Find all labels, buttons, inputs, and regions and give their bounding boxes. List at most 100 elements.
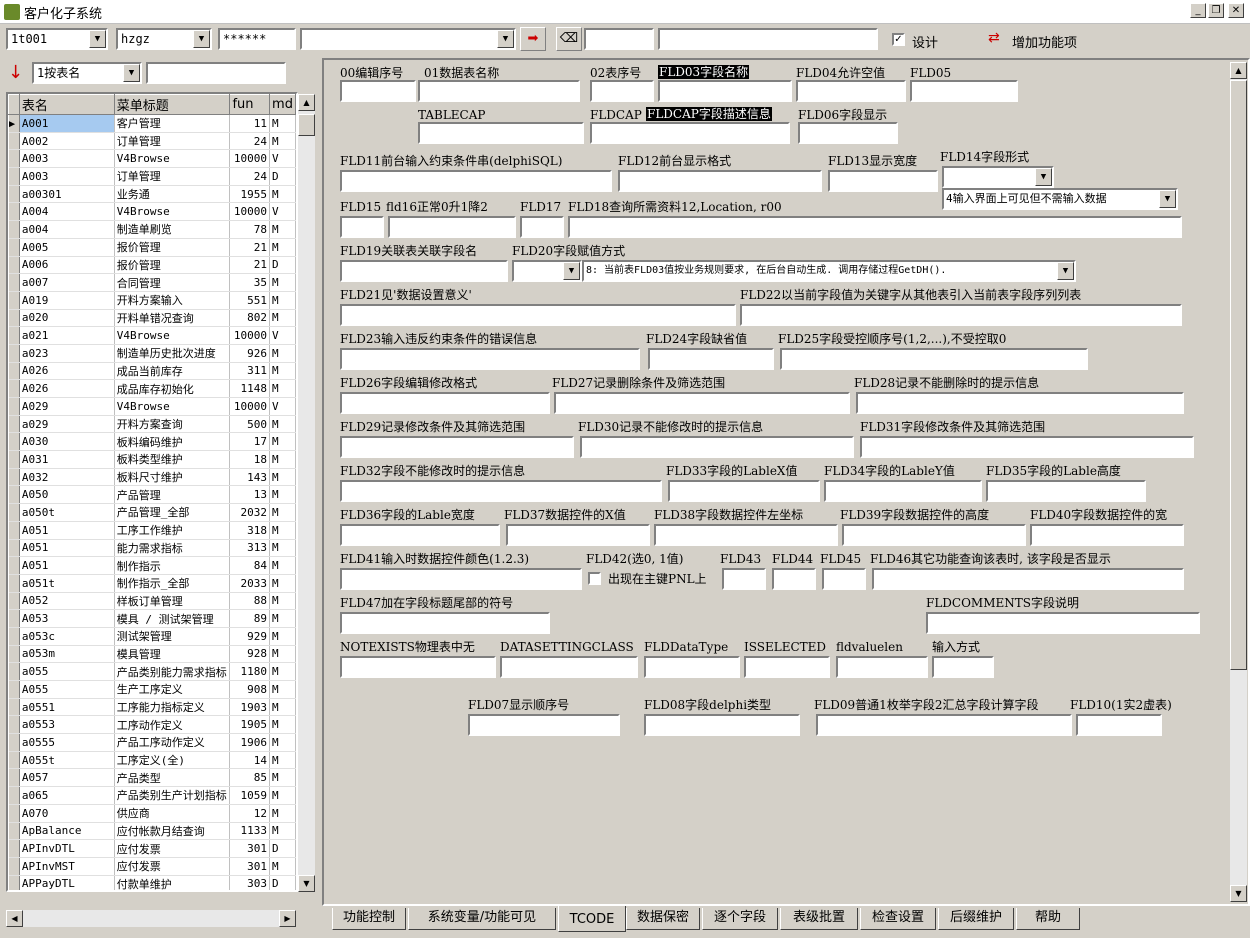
row-indicator[interactable] <box>8 485 20 505</box>
md-cell[interactable]: M <box>269 733 296 752</box>
menu-title-cell[interactable]: V4Browse <box>114 202 231 222</box>
fun-cell[interactable]: 928 <box>229 645 271 664</box>
row-indicator[interactable] <box>8 220 20 239</box>
table-name-cell[interactable]: A055 <box>19 680 115 699</box>
tab-function-control[interactable]: 功能控制 <box>332 908 406 930</box>
password-field[interactable]: ****** <box>218 28 296 50</box>
f14-mode-combo[interactable]: 4输入界面上可见但不需输入数据 ▼ <box>942 188 1178 210</box>
scroll-down-icon[interactable]: ▼ <box>1230 885 1247 902</box>
table-row[interactable]: A051 能力需求指标 313 M <box>8 539 296 558</box>
inputmode-input[interactable] <box>932 656 994 678</box>
table-row[interactable]: A050 产品管理 13 M <box>8 485 296 505</box>
row-indicator[interactable] <box>8 592 20 611</box>
f27-input[interactable] <box>554 392 850 414</box>
table-name-cell[interactable]: a029 <box>19 415 115 434</box>
f19-input[interactable] <box>340 260 508 282</box>
table-row[interactable]: a004 制造单刷览 78 M <box>8 220 296 239</box>
row-indicator[interactable] <box>8 680 20 699</box>
row-indicator[interactable] <box>8 751 20 770</box>
md-cell[interactable]: M <box>269 273 296 292</box>
row-indicator[interactable] <box>8 450 20 469</box>
table-row[interactable]: a055 产品类别能力需求指标 1180 M <box>8 662 296 681</box>
table-row[interactable]: A057 产品类型 85 M <box>8 768 296 788</box>
row-indicator[interactable] <box>8 379 20 398</box>
row-indicator[interactable] <box>8 662 20 681</box>
menu-title-cell[interactable]: 制造单历史批次进度 <box>114 344 231 363</box>
chevron-down-icon[interactable]: ▼ <box>89 30 106 48</box>
table-row[interactable]: A053 模具 / 测试架管理 89 M <box>8 609 296 628</box>
fun-cell[interactable]: 35 <box>229 273 271 292</box>
row-indicator[interactable] <box>8 645 20 664</box>
export-icon[interactable]: ➡ <box>520 27 546 51</box>
md-cell[interactable]: M <box>269 521 296 540</box>
menu-title-cell[interactable]: 产品管理 <box>114 485 231 505</box>
menu-title-cell[interactable]: 成品当前库存 <box>114 362 231 381</box>
f23-input[interactable] <box>340 348 640 370</box>
f20-combo[interactable]: ▼ <box>512 260 582 282</box>
table-row[interactable]: A029 V4Browse 10000 V <box>8 397 296 416</box>
table-name-cell[interactable]: A055t <box>19 751 115 770</box>
tab-system-variables[interactable]: 系统变量/功能可见 <box>408 908 556 930</box>
row-indicator-icon[interactable]: ▶ <box>8 114 20 133</box>
md-cell[interactable]: M <box>269 132 296 151</box>
md-cell[interactable]: M <box>269 362 296 381</box>
menu-title-cell[interactable]: 供应商 <box>114 804 231 823</box>
row-indicator[interactable] <box>8 415 20 434</box>
menu-title-cell[interactable]: V4Browse <box>114 149 231 169</box>
md-cell[interactable]: D <box>269 167 296 186</box>
table-name-cell[interactable]: A002 <box>19 132 115 151</box>
table-row[interactable]: A006 报价管理 21 D <box>8 256 296 275</box>
fun-cell[interactable]: 301 <box>229 839 271 858</box>
f07-input[interactable] <box>468 714 620 736</box>
menu-title-cell[interactable]: 客户管理 <box>114 114 231 133</box>
f44-input[interactable] <box>772 568 816 590</box>
md-cell[interactable]: M <box>269 574 296 593</box>
f20-mode-combo[interactable]: 8: 当前表FLD03值按业务规则要求, 在后台自动生成. 调用存储过程GetD… <box>582 260 1076 282</box>
row-indicator[interactable] <box>8 875 20 890</box>
table-row[interactable]: ApBalance 应付帐款月结查询 1133 M <box>8 822 296 841</box>
chevron-down-icon[interactable]: ▼ <box>563 262 580 280</box>
table-name-cell[interactable]: APPayDTL <box>19 875 115 890</box>
table-name-cell[interactable]: a050t <box>19 503 115 522</box>
f14-combo[interactable]: ▼ <box>942 166 1054 188</box>
menu-title-cell[interactable]: 合同管理 <box>114 273 231 292</box>
table-row[interactable]: APInvMST 应付发票 301 M <box>8 857 296 876</box>
f21-input[interactable] <box>340 304 736 326</box>
md-cell[interactable]: D <box>269 256 296 275</box>
f26-input[interactable] <box>340 392 550 414</box>
f35-input[interactable] <box>986 480 1146 502</box>
menu-title-cell[interactable]: 样板订单管理 <box>114 592 231 611</box>
menu-title-cell[interactable]: 能力需求指标 <box>114 539 231 558</box>
row-indicator[interactable] <box>8 804 20 823</box>
table-row[interactable]: a00301 业务通 1955 M <box>8 185 296 204</box>
fun-cell[interactable]: 1955 <box>229 185 271 204</box>
fun-cell[interactable]: 1133 <box>229 822 271 841</box>
row-indicator[interactable] <box>8 362 20 381</box>
table-name-cell[interactable]: a021 <box>19 326 115 345</box>
fun-cell[interactable]: 1905 <box>229 715 271 735</box>
md-cell[interactable]: M <box>269 503 296 522</box>
f16-input[interactable] <box>388 216 516 238</box>
md-cell[interactable]: M <box>269 220 296 239</box>
menu-title-cell[interactable]: 产品工序动作定义 <box>114 733 231 752</box>
md-cell[interactable]: M <box>269 751 296 770</box>
fun-cell[interactable]: 21 <box>229 256 271 275</box>
fun-cell[interactable]: 12 <box>229 804 271 823</box>
fun-cell[interactable]: 24 <box>229 167 271 186</box>
tab-data-security[interactable]: 数据保密 <box>626 908 700 930</box>
menu-title-cell[interactable]: 制造单刷览 <box>114 220 231 239</box>
table-name-cell[interactable]: A051 <box>19 556 115 575</box>
form-vscroll[interactable]: ▲ ▼ <box>1230 62 1247 902</box>
fun-cell[interactable]: 1180 <box>229 662 271 681</box>
table-name-cell[interactable]: a065 <box>19 786 115 805</box>
md-cell[interactable]: M <box>269 432 296 452</box>
add-feature-icon[interactable]: ⇄ <box>988 30 1000 46</box>
f09-input[interactable] <box>816 714 1072 736</box>
tablecap-input[interactable] <box>418 122 584 144</box>
f08-input[interactable] <box>644 714 800 736</box>
fun-cell[interactable]: 10000 <box>229 326 271 345</box>
f40-input[interactable] <box>1030 524 1184 546</box>
table-name-cell[interactable]: a055 <box>19 662 115 681</box>
table-row[interactable]: A051 制作指示 84 M <box>8 556 296 575</box>
fun-cell[interactable]: 11 <box>229 114 271 133</box>
